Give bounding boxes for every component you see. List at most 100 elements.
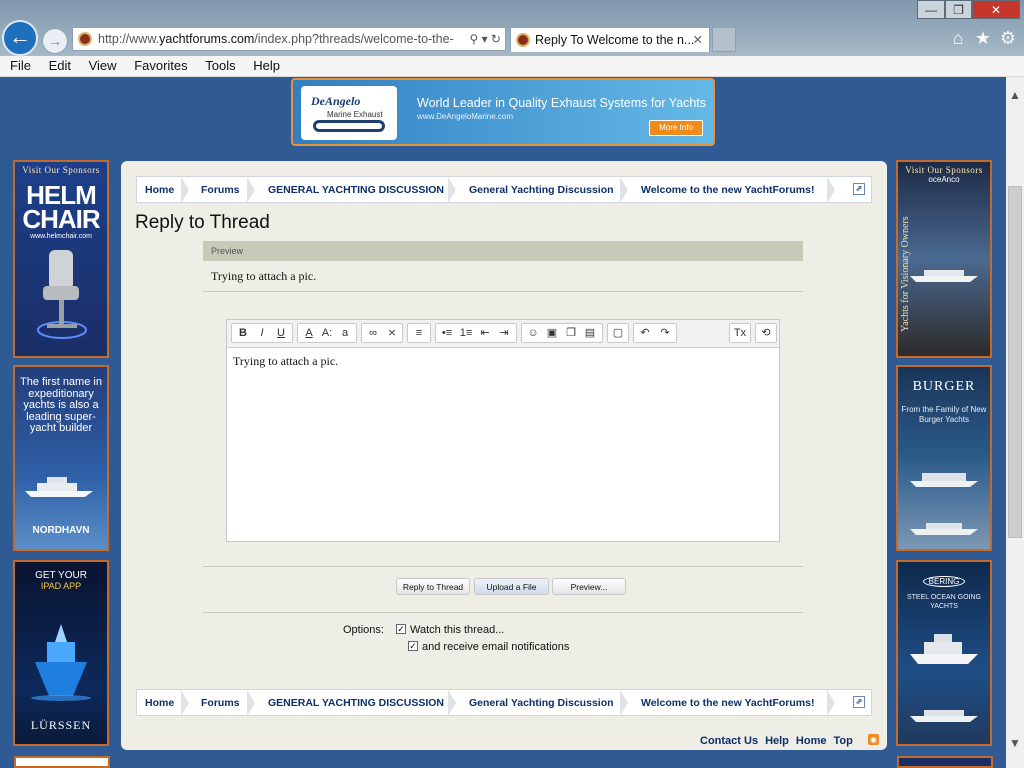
scroll-down-arrow-icon[interactable]: ▼ — [1006, 736, 1024, 754]
smilie-icon[interactable]: ☺ — [524, 325, 542, 341]
home-icon[interactable]: ⌂ — [948, 28, 968, 48]
reply-to-thread-button[interactable]: Reply to Thread — [396, 578, 470, 595]
unlink-icon[interactable]: ⨯ — [383, 325, 401, 341]
breadcrumb: Home Forums GENERAL YACHTING DISCUSSION … — [136, 176, 872, 203]
preview-body: Trying to attach a pic. — [211, 269, 317, 283]
watch-thread-label[interactable]: Watch this thread... — [410, 624, 504, 636]
breadcrumb-home[interactable]: Home — [145, 697, 174, 709]
footer-top-link[interactable]: Top — [833, 735, 852, 747]
media-icon[interactable]: ❐ — [562, 325, 580, 341]
burger-ad[interactable]: BURGER From the Family of New Burger Yac… — [896, 365, 992, 551]
jump-to-icon[interactable]: ⇗ — [853, 696, 865, 708]
nordhavn-ad[interactable]: The first name in expeditionary yachts i… — [13, 365, 109, 551]
breadcrumb-general-yachting-discussion-forum[interactable]: General Yachting Discussion — [469, 697, 614, 709]
site-favicon — [78, 32, 92, 46]
minimize-button[interactable]: — — [917, 0, 945, 19]
menu-view[interactable]: View — [89, 56, 117, 73]
oceanco-ad[interactable]: Visit Our Sponsors oceAnco Yachts for Vi… — [896, 160, 992, 358]
preview-button[interactable]: Preview... — [552, 578, 626, 595]
font-family-button[interactable]: a — [336, 325, 354, 341]
forward-button[interactable]: → — [42, 28, 68, 54]
breadcrumb-separator — [247, 690, 255, 716]
bering-text: STEEL OCEAN GOING YACHTS — [906, 594, 982, 610]
nordhavn-text: The first name in expeditionary yachts i… — [20, 376, 102, 434]
breadcrumb-general-yachting-discussion-forum[interactable]: General Yachting Discussion — [469, 184, 614, 196]
font-color-button[interactable]: A — [300, 325, 318, 341]
numbered-list-icon[interactable]: 1≡ — [457, 325, 475, 341]
breadcrumb-separator — [448, 177, 456, 203]
address-bar[interactable]: http://www.yachtforums.com/index.php?thr… — [72, 27, 506, 51]
underline-button[interactable]: U — [272, 325, 290, 341]
sponsor-ad-partial-left[interactable] — [14, 756, 110, 768]
link-icon[interactable]: ∞ — [364, 325, 382, 341]
sponsor-ad-partial-right[interactable] — [897, 756, 993, 768]
editor-content[interactable]: Trying to attach a pic. — [233, 354, 338, 369]
settings-gear-icon[interactable]: ⚙ — [998, 28, 1018, 48]
menu-help[interactable]: Help — [253, 56, 280, 73]
redo-icon[interactable]: ↷ — [656, 325, 674, 341]
back-button[interactable]: ← — [2, 20, 38, 56]
scrollbar-thumb[interactable] — [1008, 186, 1022, 538]
breadcrumb-forums[interactable]: Forums — [201, 697, 240, 709]
banner-brand-sub: Marine Exhaust — [327, 110, 383, 119]
breadcrumb-bottom: Home Forums GENERAL YACHTING DISCUSSION … — [136, 689, 872, 716]
breadcrumb-thread[interactable]: Welcome to the new YachtForums! — [641, 697, 814, 709]
align-icon[interactable]: ≡ — [410, 325, 428, 341]
font-size-button[interactable]: A: — [318, 325, 336, 341]
divider — [203, 612, 803, 613]
undo-icon[interactable]: ↶ — [636, 325, 654, 341]
jump-to-icon[interactable]: ⇗ — [853, 183, 865, 195]
breadcrumb-general-yachting-discussion-category[interactable]: GENERAL YACHTING DISCUSSION — [268, 184, 444, 196]
insert-icon[interactable]: ▤ — [581, 325, 599, 341]
watch-thread-checkbox[interactable]: ✓ — [396, 624, 406, 634]
deangelo-banner-ad[interactable]: DeAngelo Marine Exhaust World Leader in … — [291, 78, 715, 146]
lurssen-ad[interactable]: GET YOUR IPAD APP LÜRSSEN — [13, 560, 109, 746]
menu-favorites[interactable]: Favorites — [134, 56, 187, 73]
menu-file[interactable]: File — [10, 56, 31, 73]
bullet-list-icon[interactable]: •≡ — [438, 325, 456, 341]
oceanco-brand: oceAnco — [928, 175, 960, 184]
message-editor[interactable]: B I U A A: a ∞ ⨯ ≡ •≡ 1≡ ⇤ ⇥ ☺ ▣ ❐ ▤ ▢ ↶… — [226, 319, 780, 542]
rss-icon[interactable]: ◉ — [868, 734, 879, 745]
breadcrumb-forums[interactable]: Forums — [201, 184, 240, 196]
new-tab-button[interactable] — [712, 27, 736, 52]
close-window-button[interactable]: ✕ — [972, 0, 1020, 19]
upload-file-button[interactable]: Upload a File — [474, 578, 549, 595]
banner-more-info-button[interactable]: More Info — [649, 120, 703, 136]
lurssen-ipad-app: IPAD APP — [40, 581, 82, 591]
toolbar-group-list: •≡ 1≡ ⇤ ⇥ — [435, 323, 517, 343]
breadcrumb-general-yachting-discussion-category[interactable]: GENERAL YACHTING DISCUSSION — [268, 697, 444, 709]
bering-ad[interactable]: BERING STEEL OCEAN GOING YACHTS — [896, 560, 992, 746]
breadcrumb-thread[interactable]: Welcome to the new YachtForums! — [641, 184, 814, 196]
breadcrumb-separator — [448, 690, 456, 716]
helmchair-ad[interactable]: Visit Our Sponsors HELM CHAIR www.helmch… — [13, 160, 109, 358]
footer-help-link[interactable]: Help — [765, 735, 789, 747]
email-notifications-label[interactable]: and receive email notifications — [422, 641, 569, 653]
maximize-button[interactable]: ❐ — [945, 0, 972, 19]
italic-button[interactable]: I — [253, 325, 271, 341]
footer-home-link[interactable]: Home — [796, 735, 827, 747]
breadcrumb-home[interactable]: Home — [145, 184, 174, 196]
email-notifications-checkbox[interactable]: ✓ — [408, 641, 418, 651]
image-icon[interactable]: ▣ — [543, 325, 561, 341]
lurssen-brand: LÜRSSEN — [30, 718, 92, 732]
toolbar-group-clear: Tx — [729, 323, 751, 343]
scroll-up-arrow-icon[interactable]: ▲ — [1006, 88, 1024, 106]
outdent-icon[interactable]: ⇤ — [476, 325, 494, 341]
editor-toolbar: B I U A A: a ∞ ⨯ ≡ •≡ 1≡ ⇤ ⇥ ☺ ▣ ❐ ▤ ▢ ↶… — [227, 320, 779, 348]
indent-icon[interactable]: ⇥ — [495, 325, 513, 341]
favorites-star-icon[interactable]: ★ — [973, 28, 993, 48]
lurssen-yacht-icon — [31, 624, 91, 701]
save-draft-icon[interactable]: ▢ — [609, 325, 627, 341]
address-actions-icons[interactable]: ⚲ ▾ ↻ — [465, 28, 501, 50]
tab-close-icon[interactable]: ✕ — [693, 28, 703, 52]
footer-contact-us-link[interactable]: Contact Us — [700, 735, 758, 747]
browser-tab[interactable]: Reply To Welcome to the n... ✕ — [510, 27, 710, 52]
bold-button[interactable]: B — [234, 325, 252, 341]
menu-edit[interactable]: Edit — [49, 56, 71, 73]
remove-format-icon[interactable]: Tx — [731, 325, 749, 341]
menu-tools[interactable]: Tools — [205, 56, 235, 73]
toggle-bbcode-icon[interactable]: ⟲ — [757, 325, 775, 341]
breadcrumb-separator — [247, 177, 255, 203]
banner-tagline: World Leader in Quality Exhaust Systems … — [417, 96, 707, 110]
